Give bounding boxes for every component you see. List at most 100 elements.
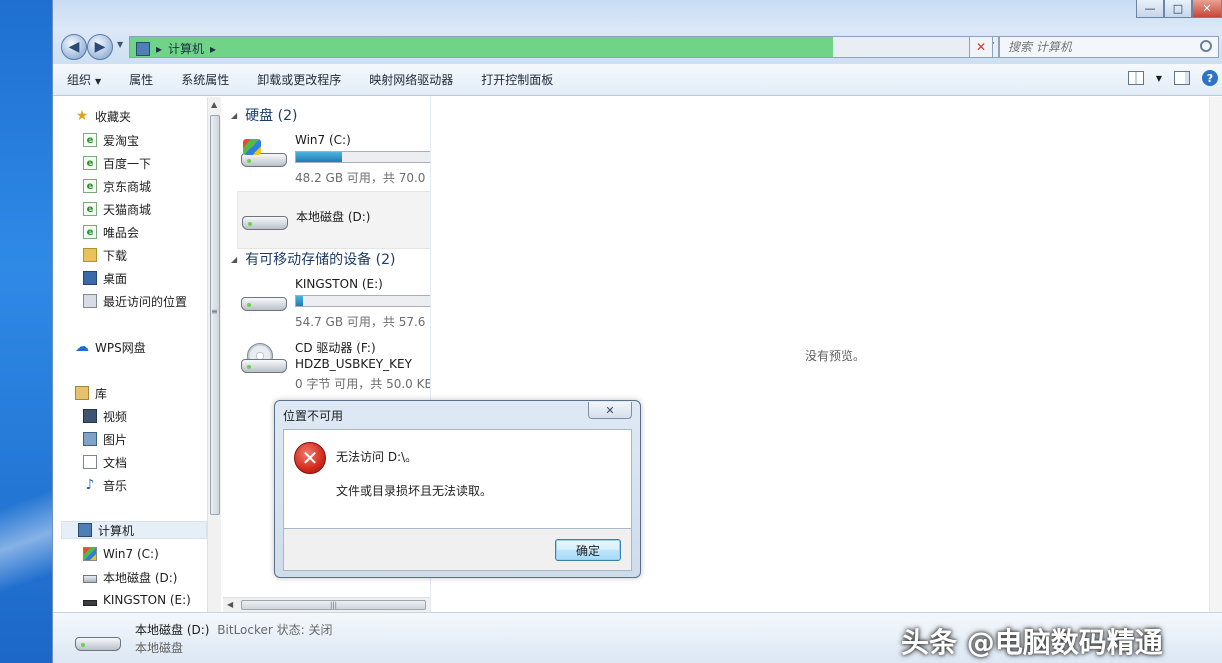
nav-item-jd[interactable]: e 京东商城 (83, 177, 151, 195)
drive-tile-c[interactable]: Win7 (C:) 48.2 GB 可用，共 70.0 GB (237, 129, 430, 187)
search-box[interactable] (999, 36, 1219, 58)
nav-library-label: 库 (95, 386, 108, 401)
search-icon[interactable] (1200, 40, 1212, 52)
dialog-close-button[interactable]: ✕ (588, 402, 632, 419)
nav-item-label: 音乐 (103, 478, 128, 493)
help-icon[interactable]: ? (1202, 70, 1218, 86)
drive-free-space: 48.2 GB 可用，共 70.0 GB (295, 171, 430, 185)
cloud-icon: ☁ (75, 339, 89, 355)
map-network-drive-button[interactable]: 映射网络驱动器 (369, 71, 453, 88)
scroll-left-icon[interactable]: ◀ (227, 600, 233, 609)
ie-link-icon: e (83, 156, 97, 170)
system-properties-button[interactable]: 系统属性 (181, 71, 229, 88)
close-button[interactable]: ✕ (1192, 0, 1222, 18)
nav-item-music[interactable]: ♪ 音乐 (83, 476, 127, 494)
drive-usage-fill (296, 296, 304, 306)
no-preview-text: 没有预览。 (805, 349, 866, 363)
preview-pane-icon[interactable] (1174, 71, 1190, 85)
nav-wps-label: WPS网盘 (95, 340, 146, 355)
address-bar[interactable]: ▸ 计算机 ▸ ▼ (129, 36, 999, 58)
drive-tile-e[interactable]: KINGSTON (E:) 54.7 GB 可用，共 57.6 GB (237, 273, 430, 331)
navigation-row: ◀ ▶ ▼ ▸ 计算机 ▸ ▼ ✕ (59, 32, 1219, 60)
collapse-triangle-icon[interactable]: ◢ (231, 111, 237, 120)
nav-item-label: KINGSTON (E:) (103, 593, 191, 607)
nav-item-label: 图片 (103, 432, 128, 447)
nav-item-drive-c[interactable]: Win7 (C:) (83, 545, 159, 563)
nav-item-downloads[interactable]: 下载 (83, 246, 127, 264)
drive-name: CD 驱动器 (F:) (295, 341, 376, 355)
pictures-icon (83, 432, 97, 446)
hard-disk-group-header[interactable]: ◢ 硬盘 (2) (231, 104, 297, 126)
details-bitlocker: BitLocker 状态: 关闭 (217, 623, 333, 637)
address-path: ▸ 计算机 ▸ (136, 40, 216, 57)
drive-usage-bar (295, 295, 430, 307)
scroll-up-icon[interactable]: ▲ (211, 100, 217, 109)
nav-item-documents[interactable]: 文档 (83, 453, 127, 471)
collapse-triangle-icon[interactable]: ◢ (231, 255, 237, 264)
stop-button[interactable]: ✕ (969, 36, 993, 58)
nav-item-label: 最近访问的位置 (103, 294, 188, 309)
nav-item-drive-d[interactable]: 本地磁盘 (D:) (83, 568, 177, 586)
nav-item-pictures[interactable]: 图片 (83, 430, 127, 448)
path-arrow[interactable]: ▸ (210, 42, 216, 56)
desktop-background (0, 480, 60, 600)
document-icon (83, 455, 97, 469)
windows-drive-icon (83, 547, 97, 561)
back-arrow-icon: ◀ (68, 39, 80, 55)
view-dropdown-icon[interactable]: ▼ (1156, 74, 1162, 83)
maximize-button[interactable]: □ (1164, 0, 1192, 18)
recent-pages-dropdown[interactable]: ▼ (117, 40, 123, 49)
ok-button[interactable]: 确定 (555, 539, 621, 561)
nav-item-vip[interactable]: e 唯品会 (83, 223, 139, 241)
view-controls: ▼ ? (1127, 70, 1218, 86)
computer-icon (136, 41, 150, 56)
dialog-footer: 确定 (283, 529, 632, 571)
explorer-window: — □ ✕ ◀ ▶ ▼ ▸ 计算机 ▸ ▼ ✕ (52, 0, 1222, 663)
nav-computer[interactable]: 计算机 (61, 521, 207, 539)
organize-menu[interactable]: 组织 ▼ (67, 71, 101, 88)
nav-item-aitaobao[interactable]: e 爱淘宝 (83, 131, 139, 149)
back-button[interactable]: ◀ (61, 34, 87, 60)
open-control-panel-button[interactable]: 打开控制面板 (481, 71, 553, 88)
change-view-icon[interactable] (1127, 71, 1144, 85)
removable-group-header[interactable]: ◢ 有可移动存储的设备 (2) (231, 248, 395, 270)
minimize-button[interactable]: — (1136, 0, 1164, 18)
nav-item-baidu[interactable]: e 百度一下 (83, 154, 151, 172)
drive-usage-fill (296, 152, 342, 162)
drive-name: 本地磁盘 (D:) (296, 210, 371, 224)
preview-scrollbar[interactable] (1209, 97, 1222, 612)
video-icon (83, 409, 97, 423)
dialog-message-primary: 无法访问 D:\。 (336, 450, 418, 464)
nav-libraries[interactable]: 库 (75, 384, 107, 402)
drive-free-space: 54.7 GB 可用，共 57.6 GB (295, 315, 430, 329)
drive-tile-f[interactable]: CD 驱动器 (F:) HDZB_USBKEY_KEY 0 字节 可用，共 50… (237, 335, 430, 393)
breadcrumb-computer[interactable]: 计算机 (168, 40, 204, 57)
nav-scrollbar[interactable]: ▲ ≡ (207, 97, 221, 612)
properties-button[interactable]: 属性 (129, 71, 153, 88)
organize-label: 组织 (67, 73, 92, 87)
drive-tile-d[interactable]: 本地磁盘 (D:) (237, 191, 430, 249)
drive-usage-bar (295, 151, 430, 163)
command-bar: 组织 ▼ 属性 系统属性 卸载或更改程序 映射网络驱动器 打开控制面板 ▼ ? (53, 64, 1222, 96)
forward-button[interactable]: ▶ (87, 34, 113, 60)
content-horizontal-scrollbar[interactable]: ◀ ||| (223, 597, 430, 612)
path-root-arrow[interactable]: ▸ (156, 42, 162, 56)
title-bar: — □ ✕ ◀ ▶ ▼ ▸ 计算机 ▸ ▼ ✕ (53, 0, 1222, 64)
ie-link-icon: e (83, 133, 97, 147)
nav-item-recent[interactable]: 最近访问的位置 (83, 292, 187, 310)
details-pane: 本地磁盘 (D:) BitLocker 状态: 关闭 本地磁盘 头条 @电脑数码… (53, 612, 1222, 663)
nav-wps-drive[interactable]: ☁ WPS网盘 (75, 338, 146, 356)
nav-favorites[interactable]: ★ 收藏夹 (75, 107, 131, 125)
hscroll-thumb[interactable]: ||| (241, 600, 426, 610)
nav-item-tmall[interactable]: e 天猫商城 (83, 200, 151, 218)
nav-item-drive-e[interactable]: KINGSTON (E:) (83, 591, 191, 609)
nav-item-label: 唯品会 (103, 225, 140, 240)
search-input[interactable] (1008, 40, 1188, 54)
nav-item-videos[interactable]: 视频 (83, 407, 127, 425)
nav-item-desktop[interactable]: 桌面 (83, 269, 127, 287)
chevron-down-icon: ▼ (95, 77, 102, 86)
nav-item-label: 桌面 (103, 271, 128, 286)
dialog-body: ✕ 无法访问 D:\。 文件或目录损坏且无法读取。 (283, 429, 632, 529)
nav-item-label: 下载 (103, 248, 128, 263)
uninstall-program-button[interactable]: 卸载或更改程序 (257, 71, 341, 88)
